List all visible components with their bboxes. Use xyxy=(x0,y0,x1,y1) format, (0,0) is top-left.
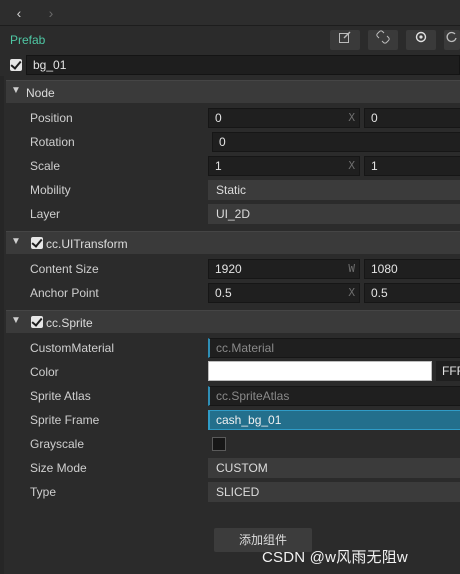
rotation-value: 0 xyxy=(219,135,226,149)
section-title: cc.UITransform xyxy=(46,237,128,251)
axis-x-label: X xyxy=(348,286,355,299)
position-y-field[interactable]: 0 xyxy=(364,108,460,128)
node-name-row: bg_01 xyxy=(0,54,460,76)
sprite-atlas-field[interactable]: cc.SpriteAtlas xyxy=(208,386,460,406)
prefab-label: Prefab xyxy=(10,33,46,47)
anchor-x-value: 0.5 xyxy=(215,286,232,300)
node-section-header[interactable]: ▼ Node xyxy=(6,80,460,103)
position-label: Position xyxy=(30,111,73,125)
sprite-section-header[interactable]: ▼ cc.Sprite xyxy=(6,310,460,333)
layer-label: Layer xyxy=(30,207,61,221)
position-x-value: 0 xyxy=(215,111,222,125)
sprite-enabled-checkbox[interactable] xyxy=(31,316,43,328)
content-size-height-value: 1080 xyxy=(371,262,398,276)
content-size-width-field[interactable]: 1920 W xyxy=(208,259,360,279)
axis-x-label: X xyxy=(348,159,355,172)
anchor-y-field[interactable]: 0.5 xyxy=(364,283,460,303)
content-size-height-field[interactable]: 1080 xyxy=(364,259,460,279)
rotation-label: Rotation xyxy=(30,135,75,149)
anchor-y-value: 0.5 xyxy=(371,286,388,300)
node-active-checkbox[interactable] xyxy=(10,59,22,71)
grayscale-label: Grayscale xyxy=(30,437,85,451)
color-hex-field[interactable]: FFF xyxy=(436,361,460,381)
sprite-frame-field[interactable]: cash_bg_01 xyxy=(208,410,460,430)
scale-y-field[interactable]: 1 xyxy=(364,156,460,176)
position-x-field[interactable]: 0 X xyxy=(208,108,360,128)
rotation-field[interactable]: 0 xyxy=(212,132,460,152)
forward-arrow-icon[interactable]: › xyxy=(42,4,60,22)
section-title: Node xyxy=(26,86,55,100)
size-mode-label: Size Mode xyxy=(30,461,87,475)
uitransform-enabled-checkbox[interactable] xyxy=(31,237,43,249)
type-label: Type xyxy=(30,485,57,499)
chevron-down-icon: ▼ xyxy=(11,236,21,247)
mobility-select[interactable]: Static xyxy=(208,180,460,200)
unlink-icon[interactable] xyxy=(368,30,398,50)
axis-x-label: X xyxy=(348,111,355,124)
type-select[interactable]: SLICED xyxy=(208,482,460,502)
section-title: cc.Sprite xyxy=(46,316,93,330)
axis-w-label: W xyxy=(348,262,355,275)
uitransform-section-header[interactable]: ▼ cc.UITransform xyxy=(6,231,460,254)
sprite-atlas-label: Sprite Atlas xyxy=(30,389,91,403)
watermark: CSDN @w风雨无阻w xyxy=(262,549,408,566)
color-swatch[interactable] xyxy=(208,361,432,381)
custom-material-label: CustomMaterial xyxy=(30,341,115,355)
scale-label: Scale xyxy=(30,159,61,173)
edit-icon[interactable] xyxy=(330,30,360,50)
locate-icon[interactable] xyxy=(406,30,436,50)
size-mode-select[interactable]: CUSTOM xyxy=(208,458,460,478)
anchor-point-label: Anchor Point xyxy=(30,286,99,300)
anchor-x-field[interactable]: 0.5 X xyxy=(208,283,360,303)
top-toolbar: ‹ › xyxy=(0,0,460,26)
refresh-icon[interactable] xyxy=(444,30,460,50)
content-size-label: Content Size xyxy=(30,262,99,276)
color-label: Color xyxy=(30,365,59,379)
left-edge xyxy=(0,76,4,574)
chevron-down-icon: ▼ xyxy=(11,315,21,326)
scale-x-field[interactable]: 1 X xyxy=(208,156,360,176)
custom-material-field[interactable]: cc.Material xyxy=(208,338,460,358)
scale-y-value: 1 xyxy=(371,159,378,173)
node-name-field[interactable]: bg_01 xyxy=(26,55,460,75)
scale-x-value: 1 xyxy=(215,159,222,173)
mobility-label: Mobility xyxy=(30,183,71,197)
grayscale-checkbox[interactable] xyxy=(212,437,226,451)
content-size-width-value: 1920 xyxy=(215,262,242,276)
sprite-frame-label: Sprite Frame xyxy=(30,413,100,427)
back-arrow-icon[interactable]: ‹ xyxy=(10,4,28,22)
layer-select[interactable]: UI_2D xyxy=(208,204,460,224)
position-y-value: 0 xyxy=(371,111,378,125)
chevron-down-icon: ▼ xyxy=(11,85,21,96)
prefab-bar: Prefab xyxy=(0,27,460,53)
